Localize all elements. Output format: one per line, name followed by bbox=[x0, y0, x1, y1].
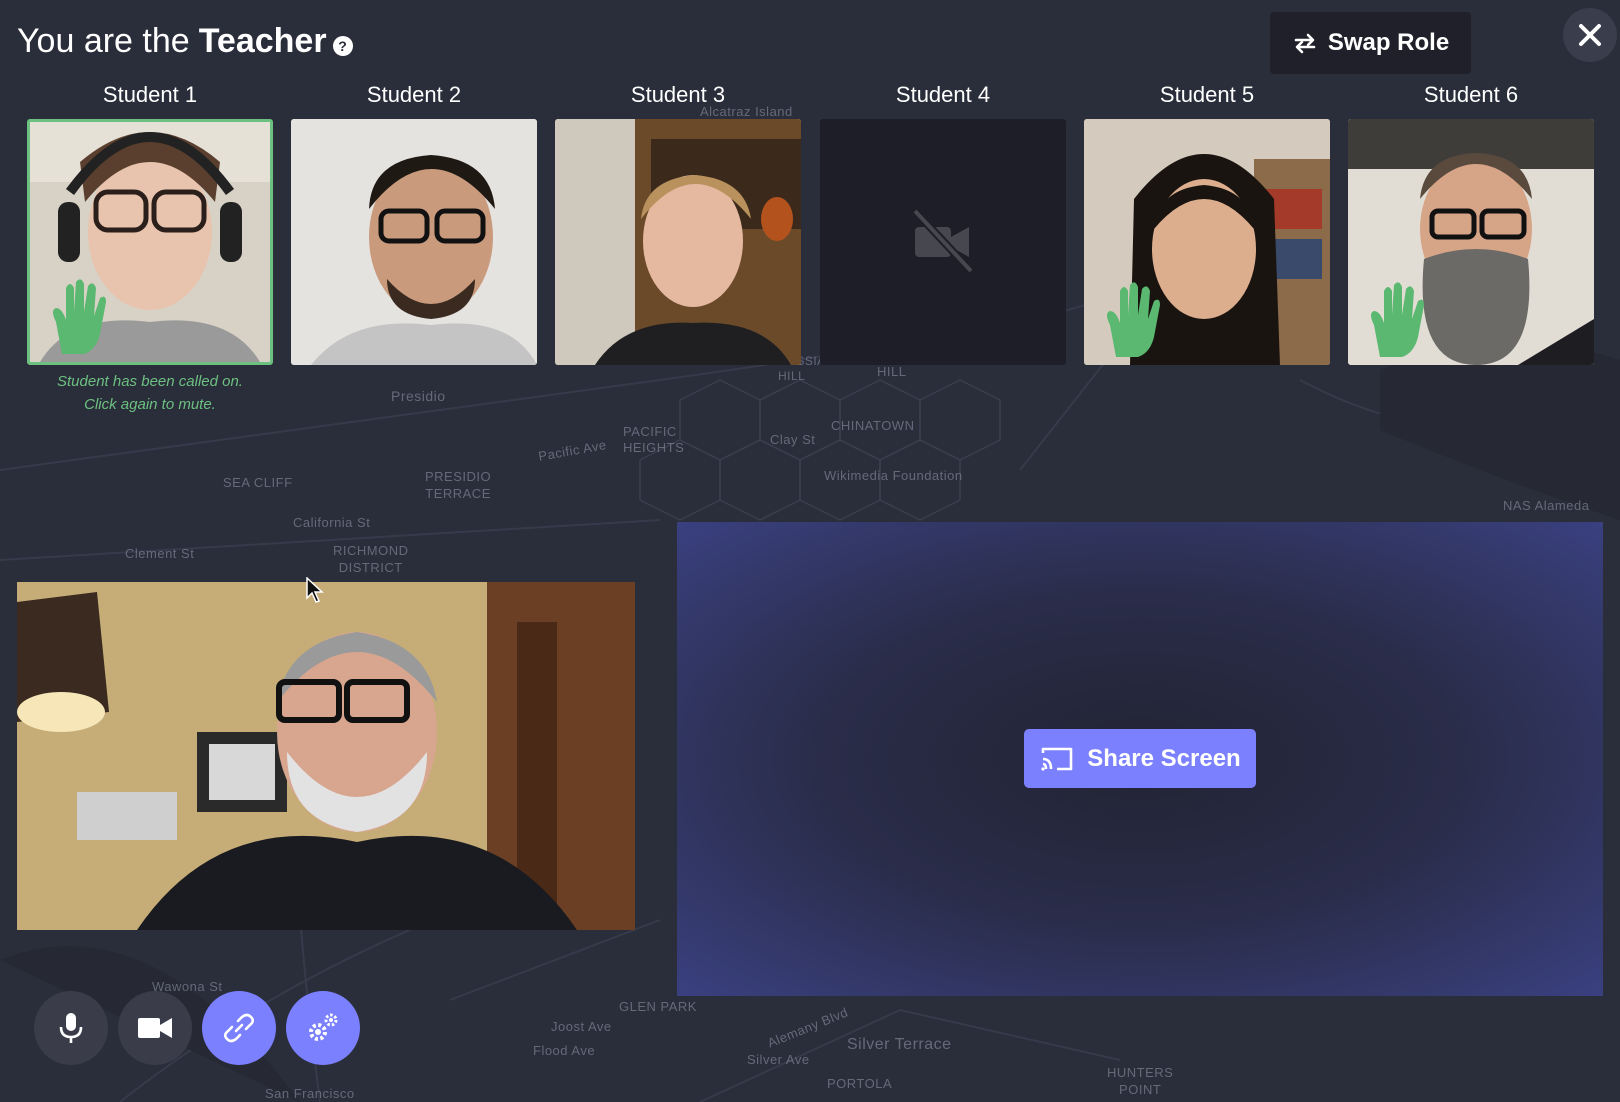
close-button[interactable] bbox=[1563, 8, 1617, 62]
student-name: Student 6 bbox=[1423, 82, 1519, 107]
student-name: Student 4 bbox=[895, 82, 991, 107]
map-label: RICHMOND DISTRICT bbox=[333, 543, 409, 575]
video-camera-icon bbox=[138, 1018, 172, 1038]
map-label: Flood Ave bbox=[533, 1043, 596, 1058]
raised-hand-icon bbox=[1371, 282, 1424, 357]
share-screen-label: Share Screen bbox=[1087, 744, 1241, 772]
map-label: PORTOLA bbox=[827, 1076, 893, 1091]
swap-role-button[interactable]: Swap Role bbox=[1270, 12, 1471, 74]
link-icon bbox=[223, 1013, 255, 1043]
settings-button[interactable] bbox=[286, 991, 360, 1065]
role-title: You are the Teacher ? bbox=[17, 22, 353, 61]
share-screen-button[interactable]: Share Screen bbox=[1024, 729, 1256, 788]
student-tile-1[interactable]: Student 1 Student has been called on. Cl… bbox=[27, 80, 273, 413]
student-video[interactable] bbox=[1084, 119, 1330, 365]
settings-icon bbox=[309, 1013, 338, 1041]
map-label: Clement St bbox=[125, 546, 195, 561]
map-label: GLEN PARK bbox=[619, 999, 697, 1014]
role-name: Teacher bbox=[198, 22, 327, 60]
copy-link-button[interactable] bbox=[202, 991, 276, 1065]
student-name: Student 1 bbox=[102, 82, 198, 107]
cast-icon bbox=[1041, 747, 1073, 771]
raised-hand-icon bbox=[53, 279, 106, 354]
student-tile-6[interactable]: Student 6 bbox=[1348, 80, 1594, 365]
student-2-video-frame bbox=[291, 119, 537, 365]
map-label: PRESIDIO TERRACE bbox=[425, 469, 492, 501]
map-label: Joost Ave bbox=[551, 1019, 612, 1034]
student-tile-5[interactable]: Student 5 bbox=[1084, 80, 1330, 365]
map-label: HILL bbox=[877, 364, 907, 379]
close-icon bbox=[1579, 24, 1601, 46]
map-label: San Francisco bbox=[265, 1086, 355, 1101]
student-video[interactable] bbox=[1348, 119, 1594, 365]
map-label: CHINATOWN bbox=[831, 418, 915, 433]
map-label: PACIFIC HEIGHTS bbox=[623, 424, 685, 455]
map-label: Wikimedia Foundation bbox=[824, 468, 963, 483]
swap-role-label: Swap Role bbox=[1327, 29, 1450, 56]
teacher-video bbox=[17, 582, 635, 930]
student-name: Student 2 bbox=[366, 82, 462, 107]
map-label: Presidio bbox=[391, 388, 446, 404]
student-video-off[interactable] bbox=[820, 119, 1066, 365]
map-label: SEA CLIFF bbox=[223, 475, 293, 490]
raised-hand-icon bbox=[1107, 282, 1160, 357]
student-video[interactable] bbox=[27, 119, 273, 365]
teacher-video-frame bbox=[17, 582, 635, 930]
swap-icon bbox=[1294, 33, 1316, 54]
student-tile-4[interactable]: Student 4 bbox=[820, 80, 1066, 365]
student-video[interactable] bbox=[291, 119, 537, 365]
map-label: Clay St bbox=[770, 432, 816, 447]
student-3-video-frame bbox=[555, 119, 801, 365]
video-off-icon bbox=[912, 208, 974, 274]
map-label: NAS Alameda bbox=[1503, 498, 1590, 513]
student-video[interactable] bbox=[555, 119, 801, 365]
mouse-cursor-icon bbox=[306, 577, 324, 603]
student-tile-3[interactable]: Student 3 bbox=[555, 80, 801, 365]
called-on-note: Student has been called on. Click again … bbox=[27, 370, 273, 416]
student-tile-2[interactable]: Student 2 bbox=[291, 80, 537, 365]
role-prefix: You are the bbox=[17, 22, 190, 60]
student-name: Student 3 bbox=[630, 82, 726, 107]
map-label: Silver Terrace bbox=[847, 1036, 952, 1053]
map-label: HUNTERS POINT bbox=[1107, 1065, 1174, 1097]
camera-button[interactable] bbox=[118, 991, 192, 1065]
called-on-line-1: Student has been called on. bbox=[57, 373, 243, 390]
microphone-button[interactable] bbox=[34, 991, 108, 1065]
map-label: California St bbox=[293, 515, 371, 530]
student-name: Student 5 bbox=[1159, 82, 1255, 107]
help-icon[interactable]: ? bbox=[332, 35, 353, 56]
map-label: Silver Ave bbox=[747, 1052, 810, 1067]
microphone-icon bbox=[59, 1013, 83, 1043]
share-screen-panel: Share Screen bbox=[677, 522, 1603, 996]
called-on-line-2: Click again to mute. bbox=[84, 396, 216, 413]
